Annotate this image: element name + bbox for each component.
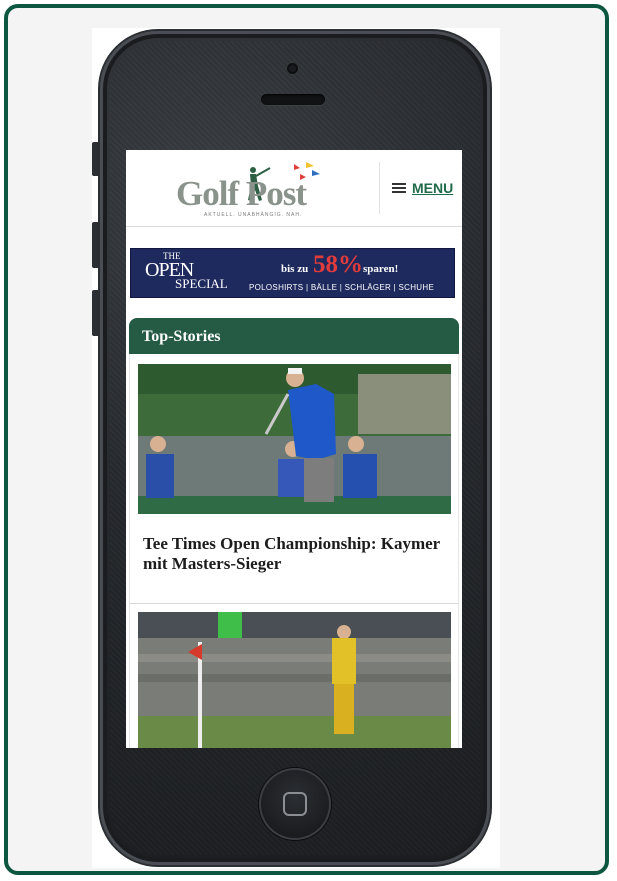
story-photo-golfer-swing[interactable]: [138, 364, 451, 514]
site-logo[interactable]: Golf Post AKTUELL. UNABHÄNGIG. NAH.: [176, 162, 326, 224]
open-special-ad-banner[interactable]: THE OPEN SPECIAL bis zu 58% sparen! POLO…: [130, 248, 455, 298]
site-header: Golf Post AKTUELL. UNABHÄNGIG. NAH. MENU: [126, 150, 462, 227]
hamburger-icon: [392, 183, 406, 193]
section-title: Top-Stories: [142, 328, 221, 345]
earpiece-speaker: [261, 94, 325, 105]
phone-screen: Golf Post AKTUELL. UNABHÄNGIG. NAH. MENU…: [126, 150, 462, 748]
story-card[interactable]: Tee Times Open Championship: Kaymer mit …: [129, 354, 459, 604]
home-square-icon: [283, 792, 307, 816]
story-headline[interactable]: Tee Times Open Championship: Kaymer mit …: [143, 534, 443, 574]
menu-button[interactable]: MENU: [392, 180, 453, 196]
banner-promo-prefix: bis zu: [281, 263, 309, 275]
banner-items: POLOSHIRTS | BÄLLE | SCHLÄGER | SCHUHE: [249, 283, 435, 292]
front-camera: [287, 63, 298, 74]
story-card[interactable]: [129, 604, 459, 748]
home-button[interactable]: [259, 768, 331, 840]
banner-percent: 58%: [313, 251, 363, 278]
header-divider: [379, 162, 380, 214]
logo-tagline: AKTUELL. UNABHÄNGIG. NAH.: [204, 212, 303, 218]
volume-down-button: [92, 290, 100, 336]
banner-special: SPECIAL: [175, 276, 228, 291]
top-stories-header: Top-Stories: [129, 318, 459, 354]
story-photo-golfer-wall[interactable]: [138, 612, 451, 748]
banner-promo-suffix: sparen!: [363, 263, 399, 275]
volume-up-button: [92, 222, 100, 268]
mute-switch: [92, 142, 100, 176]
menu-label: MENU: [412, 180, 454, 196]
logo-wordmark: Golf Post: [176, 174, 307, 213]
